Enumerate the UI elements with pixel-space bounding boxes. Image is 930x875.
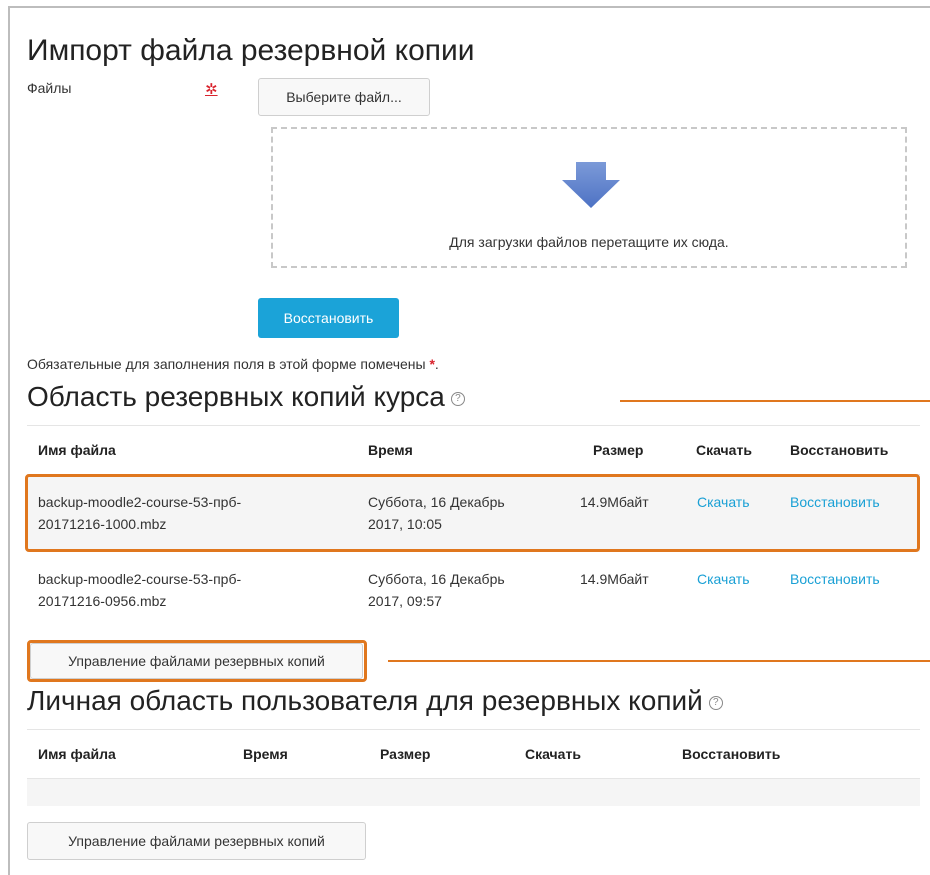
- col-header-filename: Имя файла: [38, 442, 116, 458]
- frame-border-top: [8, 6, 930, 8]
- files-label: Файлы: [27, 80, 72, 96]
- col-header-download: Скачать: [696, 442, 752, 458]
- restore-submit-button[interactable]: Восстановить: [258, 298, 399, 338]
- col-header-download: Скачать: [525, 746, 581, 762]
- annotation-line: [388, 660, 930, 662]
- col-header-size: Размер: [593, 442, 644, 458]
- row-time: Суббота, 16 Декабрь 2017, 09:57: [368, 571, 505, 609]
- course-backups-title: Область резервных копий курса: [27, 381, 445, 412]
- required-note-text: Обязательные для заполнения поля в этой …: [27, 356, 426, 372]
- course-backups-heading: Область резервных копий курса?: [27, 381, 465, 413]
- download-link[interactable]: Скачать: [697, 568, 750, 590]
- table-divider: [27, 729, 920, 730]
- col-header-restore: Восстановить: [682, 746, 781, 762]
- col-header-size: Размер: [380, 746, 431, 762]
- frame-border-left: [8, 6, 10, 875]
- dropzone-text: Для загрузки файлов перетащите их сюда.: [449, 234, 729, 250]
- page-title: Импорт файла резервной копии: [27, 34, 475, 67]
- user-backups-title: Личная область пользователя для резервны…: [27, 685, 703, 716]
- help-icon[interactable]: ?: [450, 391, 465, 406]
- col-header-filename: Имя файла: [38, 746, 116, 762]
- choose-file-button[interactable]: Выберите файл...: [258, 78, 430, 116]
- user-backups-heading: Личная область пользователя для резервны…: [27, 685, 723, 717]
- col-header-time: Время: [368, 442, 413, 458]
- col-header-restore: Восстановить: [790, 442, 889, 458]
- row-size: 14.9Мбайт: [580, 571, 649, 587]
- highlight-box: [27, 640, 367, 682]
- table-divider: [27, 425, 920, 426]
- manage-user-backups-button[interactable]: Управление файлами резервных копий: [27, 822, 366, 860]
- row-filename: backup-moodle2-course-53-прб- 20171216-0…: [38, 571, 242, 609]
- required-icon: ✲: [205, 81, 218, 98]
- required-note-dot: .: [434, 356, 439, 372]
- annotation-line: [620, 400, 930, 402]
- highlight-box: [25, 474, 920, 552]
- col-header-time: Время: [243, 746, 288, 762]
- download-arrow-icon: [562, 162, 620, 208]
- restore-link[interactable]: Восстановить: [790, 568, 880, 590]
- required-note: Обязательные для заполнения поля в этой …: [27, 356, 439, 372]
- table-row-empty: [27, 779, 920, 806]
- help-icon[interactable]: ?: [708, 695, 723, 710]
